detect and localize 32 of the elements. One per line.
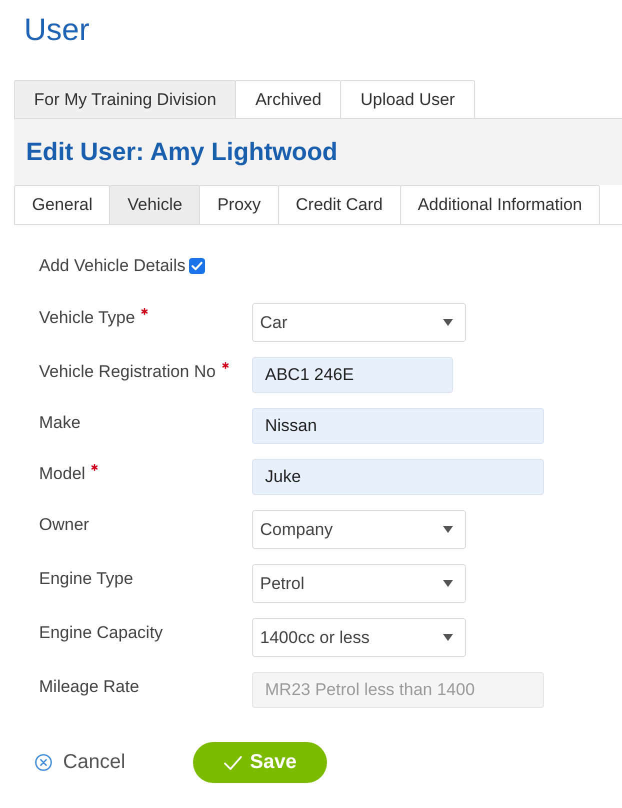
caret-icon <box>443 319 453 326</box>
tab[interactable]: Upload User <box>340 80 475 118</box>
input-field[interactable]: ABC1 246E <box>252 357 453 393</box>
tab[interactable]: General <box>14 185 110 224</box>
edit-user-title: Edit User: Amy Lightwood <box>26 138 338 166</box>
caret-icon <box>443 580 453 587</box>
field-label: Vehicle Registration No <box>39 362 216 382</box>
caret-icon <box>443 526 453 533</box>
caret-icon <box>443 634 453 641</box>
field-label: Engine Capacity <box>39 623 163 643</box>
input-field[interactable]: Nissan <box>252 408 544 444</box>
tab[interactable]: Additional Information <box>400 185 600 224</box>
cancel-button[interactable]: Cancel <box>35 751 126 774</box>
dropdown[interactable]: Petrol <box>252 564 466 603</box>
dropdown[interactable]: Company <box>252 510 466 549</box>
field-label: Vehicle Type <box>39 308 136 328</box>
field-label: Owner <box>39 515 90 535</box>
field-label: Model <box>39 464 86 484</box>
checkbox[interactable] <box>189 258 206 274</box>
input-field[interactable]: Juke <box>252 459 544 495</box>
field-label: Add Vehicle Details <box>39 256 186 276</box>
tab[interactable]: For My Training Division <box>14 80 236 118</box>
page-title: User <box>23 11 90 49</box>
field-label: Mileage Rate <box>39 677 140 697</box>
field-label: Engine Type <box>39 569 134 589</box>
dropdown[interactable]: Car <box>252 303 466 342</box>
tab[interactable]: Vehicle <box>109 185 200 224</box>
input-field: MR23 Petrol less than 1400 <box>252 672 544 708</box>
dropdown[interactable]: 1400cc or less <box>252 618 466 657</box>
field-label: Make <box>39 413 81 433</box>
close-circle-icon <box>35 754 52 771</box>
checkmark-icon <box>224 756 242 770</box>
